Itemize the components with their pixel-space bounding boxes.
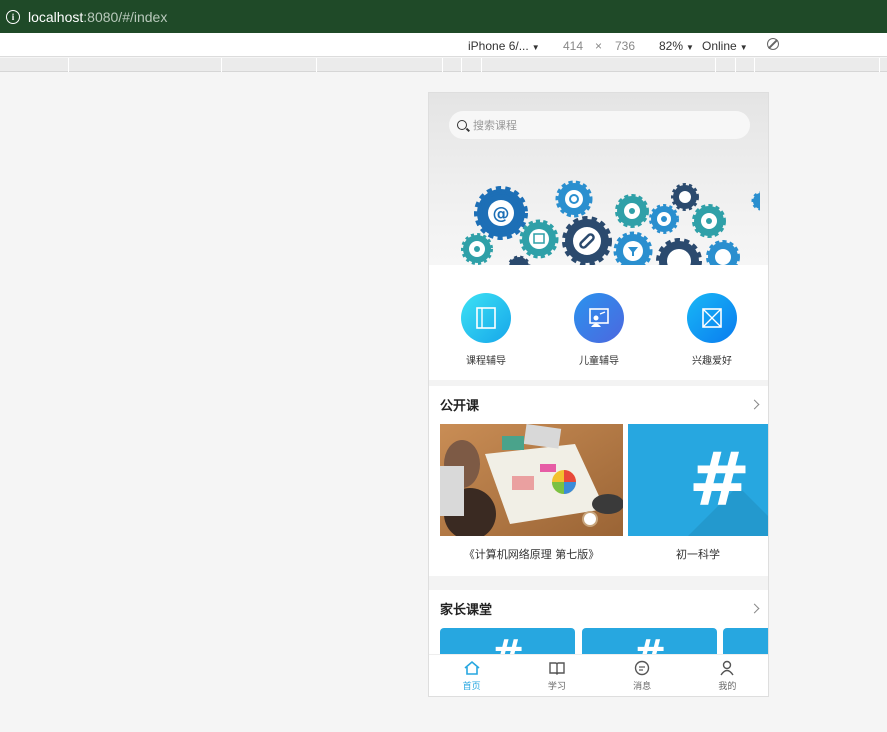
section-header[interactable]: 公开课 [429,386,768,422]
category-label: 课程辅导 [466,356,506,367]
gear-network-icon [656,238,702,265]
caret-down-icon: ▼ [739,43,748,52]
tab-messages[interactable]: 消息 [600,655,685,696]
hashtag-glyph: # [688,437,751,523]
ruler-tick[interactable] [715,58,716,72]
hero-area: @ [429,93,768,265]
gear-power-icon [671,183,699,211]
ruler-tick[interactable] [68,58,69,72]
mobile-viewport: @ [428,92,769,697]
course-thumbnail[interactable]: # [628,424,768,536]
gear-tools-icon [706,240,740,265]
open-course-section: 公开课 《计算机网络原理 第七版》 # 初一科学 [429,386,768,576]
banner-image[interactable]: @ [439,151,760,265]
category-course-tutoring[interactable]: 课程辅导 [446,293,526,367]
teaching-board-icon [574,293,624,343]
ruler-tick[interactable] [735,58,736,72]
device-height[interactable]: 736 [615,39,635,53]
gear-target-icon [649,204,679,234]
gear-chart-icon [519,219,559,259]
gear-small-icon [751,191,760,211]
gear-filter-icon [613,231,653,265]
ruler-tick[interactable] [316,58,317,72]
section-title: 公开课 [440,398,480,414]
category-label: 儿童辅导 [579,356,619,367]
dimension-separator: × [595,39,603,53]
network-value: Online [702,39,737,53]
svg-text:@: @ [493,204,510,224]
message-icon [634,660,650,676]
search-icon [457,120,467,130]
section-title: 家长课堂 [440,602,493,618]
caret-down-icon: ▼ [531,43,540,52]
tab-home[interactable]: 首页 [429,655,514,696]
chevron-right-icon[interactable] [749,399,760,409]
user-icon [720,660,734,676]
chevron-right-icon[interactable] [749,603,760,613]
device-select[interactable]: iPhone 6/... ▼ [468,39,540,53]
tab-study[interactable]: 学习 [514,655,599,696]
tab-label: 我的 [718,682,737,692]
course-card[interactable]: # 初一科学 [628,424,768,562]
envelope-icon [687,293,737,343]
device-toolbar: iPhone 6/... ▼ 414 × 736 82% ▼ Online ▼ [0,33,887,57]
ruler-tick[interactable] [461,58,462,72]
home-icon [464,660,480,675]
url-host: localhost [28,8,84,25]
category-hobbies[interactable]: 兴趣爱好 [672,293,752,367]
browser-address-bar: i localhost:8080/#/index [0,0,887,33]
course-title: 《计算机网络原理 第七版》 [463,548,600,561]
category-child-tutoring[interactable]: 儿童辅导 [559,293,639,367]
ruler-tick[interactable] [879,58,880,72]
course-card[interactable]: 《计算机网络原理 第七版》 [440,424,623,562]
section-header[interactable]: 家长课堂 [429,590,768,626]
media-query-ruler [0,58,887,72]
course-title: 初一科学 [676,548,720,561]
zoom-select[interactable]: 82% ▼ [659,39,694,53]
category-label: 兴趣爱好 [692,356,732,367]
ruler-tick[interactable] [221,58,222,72]
course-thumbnail[interactable] [440,424,623,536]
bottom-tab-bar: 首页 学习 消息 我的 [429,654,768,696]
ruler-tick[interactable] [754,58,755,72]
ruler-tick[interactable] [481,58,482,72]
disable-rotate-icon[interactable] [767,38,779,50]
tab-label: 消息 [633,682,652,692]
hashtag-image: # [628,424,768,536]
network-select[interactable]: Online ▼ [702,39,748,53]
gear-link-icon [562,216,612,265]
gear-small-icon [461,233,493,265]
zoom-value: 82% [659,39,684,53]
tab-label: 学习 [547,682,566,692]
device-width[interactable]: 414 [563,39,583,53]
book-icon [461,293,511,343]
category-panel: 课程辅导 儿童辅导 兴趣爱好 [429,265,768,380]
url-field[interactable]: localhost:8080/#/index [28,9,167,25]
tab-profile[interactable]: 我的 [685,655,768,696]
gear-search-icon [555,180,593,218]
device-name: iPhone 6/... [468,39,529,53]
search-input[interactable] [473,118,733,132]
gear-anchor-icon [692,204,726,238]
info-icon[interactable]: i [6,9,20,24]
tab-label: 首页 [462,682,481,692]
book-icon [549,662,565,675]
gear-at-icon: @ [474,186,528,240]
ruler-tick[interactable] [442,58,443,72]
caret-down-icon: ▼ [686,43,694,52]
url-path: :8080/#/index [83,8,168,25]
gear-small-icon [507,255,531,265]
desk-photo-image [440,424,623,536]
gear-settings-icon [615,194,649,228]
search-bar[interactable] [449,111,750,139]
